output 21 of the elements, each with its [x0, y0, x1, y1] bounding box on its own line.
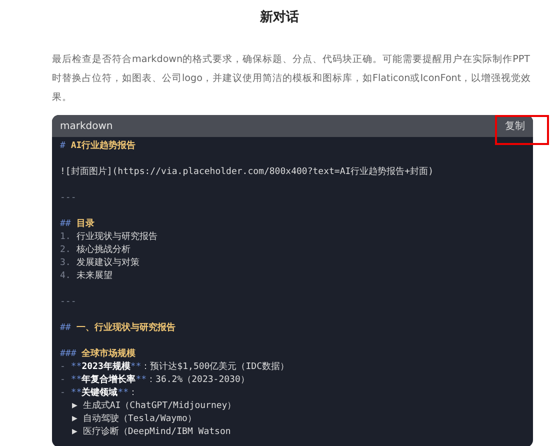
code-line: 1. 行业现状与研究报告	[60, 231, 158, 244]
code-line: ## 目录	[60, 218, 94, 231]
code-line: - **关键领域**：	[60, 387, 138, 400]
code-line: 2. 核心挑战分析	[60, 244, 130, 257]
code-line: # AI行业趋势报告	[60, 140, 136, 153]
code-line: ▶ 自动驾驶（Tesla/Waymo）	[71, 413, 196, 426]
code-line: - **2023年规模**：预计达$1,500亿美元（IDC数据）	[60, 361, 289, 374]
code-line: - **年复合增长率**：36.2%（2023-2030）	[60, 374, 250, 387]
copy-button[interactable]: 复制	[505, 117, 525, 135]
code-line: ### 全球市场规模	[60, 348, 136, 361]
code-line: ---	[60, 296, 76, 309]
code-line: ▶ 医疗诊断（DeepMind/IBM Watson	[71, 426, 231, 439]
code-line: ![封面图片](https://via.placeholder.com/800x400?text=AI行业趋势报告+封面)	[60, 166, 434, 179]
answer-paragraph: 最后检查是否符合markdown的格式要求，确保标题、分点、代码块正确。可能需要提醒用户在实际制作PPT时替换占位符，如图表、公司logo，并建议使用简洁的模板和图标库，如Flaticon或IconFont，以增强视觉效果。	[52, 53, 532, 105]
code-line: ---	[60, 192, 76, 205]
language-label: markdown	[60, 120, 113, 132]
code-line: 4. 未来展望	[60, 270, 112, 283]
code-line: 3. 发展建议与对策	[60, 257, 140, 270]
code-line: ▶ 生成式AI（ChatGPT/Midjourney）	[71, 400, 236, 413]
code-line: ## 一、行业现状与研究报告	[60, 322, 176, 335]
dialog-title: 新对话	[259, 8, 300, 27]
